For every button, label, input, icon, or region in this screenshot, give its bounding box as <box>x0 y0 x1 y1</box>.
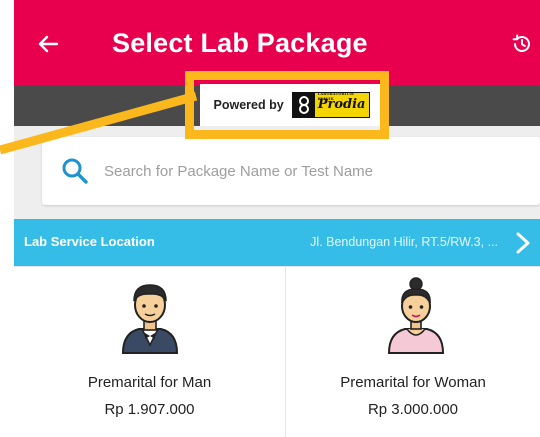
arrow-left-icon <box>38 35 59 53</box>
package-card-premarital-man[interactable]: Premarital for Man Rp 1.907.000 <box>14 267 285 437</box>
package-name: Premarital for Woman <box>340 374 486 391</box>
page-title: Select Lab Package <box>112 28 368 58</box>
search-input[interactable] <box>104 155 524 187</box>
search-icon[interactable] <box>60 156 90 186</box>
package-price: Rp 1.907.000 <box>104 401 195 418</box>
location-label: Lab Service Location <box>24 234 155 249</box>
app-screen: Select Lab Package Lab Service Location … <box>14 0 540 437</box>
package-name: Premarital for Man <box>87 374 212 391</box>
package-grid: Premarital for Man Rp 1.907.000 Premarit… <box>14 266 540 437</box>
package-price: Rp 3.000.000 <box>367 401 459 418</box>
annotation-highlight-box <box>185 71 389 139</box>
history-icon <box>512 34 530 52</box>
back-button[interactable] <box>30 26 66 62</box>
woman-avatar-icon <box>381 275 451 355</box>
history-button[interactable] <box>506 28 538 60</box>
package-card-premarital-woman[interactable]: Premarital for Woman Rp 3.000.000 <box>286 267 540 437</box>
search-card <box>42 137 540 205</box>
lab-service-location-bar[interactable]: Lab Service Location Jl. Bendungan Hilir… <box>14 219 540 266</box>
man-avatar-icon <box>115 275 185 355</box>
chevron-right-icon <box>516 232 530 254</box>
location-value: Jl. Bendungan Hilir, RT.5/RW.3, ... <box>310 235 498 249</box>
